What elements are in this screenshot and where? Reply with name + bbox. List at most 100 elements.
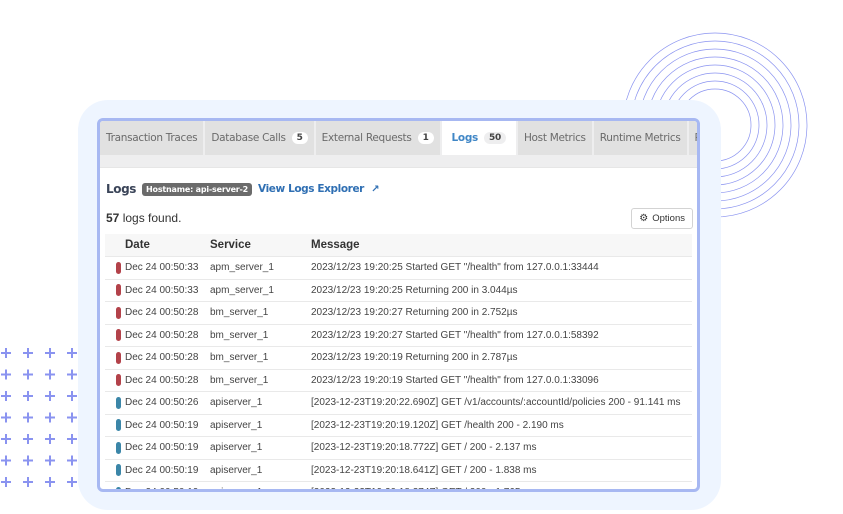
service-cell: apiserver_1 (210, 442, 263, 454)
date-cell: Dec 24 00:50:28 (125, 307, 199, 319)
level-indicator (115, 306, 121, 319)
table-row[interactable]: Dec 24 00:50:19 apiserver_1 [2023-12-23T19… (105, 436, 692, 459)
table-row[interactable]: Dec 24 00:50:33 apm_server_1 2023/12/23 19… (105, 256, 692, 279)
tab-external-requests[interactable]: External Requests 1 (315, 121, 440, 155)
date-cell: Dec 24 00:50:19 (125, 442, 199, 454)
column-header-service[interactable]: Service (210, 239, 311, 251)
plus-icon (23, 391, 33, 401)
tab-label: Database Calls (211, 132, 286, 144)
table-row[interactable]: Dec 24 00:50:28 bm_server_1 2023/12/23 19:… (105, 346, 692, 369)
plus-icon (67, 348, 77, 358)
level-cell (105, 261, 125, 274)
table-row[interactable]: Dec 24 00:50:19apiserver_1[2023-12-23T19… (105, 458, 692, 482)
level-cell (105, 419, 125, 432)
tab-label: Request Details (695, 132, 697, 144)
level-indicator (115, 329, 121, 342)
table-row[interactable]: Dec 24 00:50:19apiserver_1[2023-12-23T19… (105, 481, 692, 489)
logs-summary-row: 57 logs found. ⚙ Options (100, 206, 697, 230)
level-cell (105, 306, 125, 319)
plus-icon (67, 434, 77, 444)
logs-table: Date Service Message Dec 24 00:50:33 apm_… (105, 234, 692, 489)
tab-count-badge: 50 (484, 132, 506, 144)
plus-icon (1, 455, 11, 466)
level-indicator (115, 486, 121, 489)
options-button[interactable]: ⚙ Options (631, 207, 693, 229)
plus-icon (67, 369, 77, 380)
table-row[interactable]: Dec 24 00:50:19apiserver_1[2023-12-23T19… (105, 413, 692, 437)
tab-host-metrics[interactable]: Host Metrics (517, 121, 592, 155)
tab-count-badge: 5 (291, 132, 308, 144)
level-indicator (115, 464, 121, 477)
level-indicator (115, 351, 121, 364)
message-cell: 2023/12/23 19:20:25 Returning 200 in 3.0… (311, 284, 518, 296)
message-cell: 2023/12/23 19:20:19 Returning 200 in 2.7… (311, 352, 518, 364)
plus-icon (23, 477, 33, 487)
date-cell: Dec 24 00:50:28 (125, 329, 199, 341)
level-indicator (115, 261, 121, 274)
tab-logs[interactable]: Logs 50 (441, 121, 516, 155)
date-cell: Dec 24 00:50:33 (125, 262, 199, 274)
tab-label: Logs (451, 132, 479, 144)
tab-runtime-metrics[interactable]: Runtime Metrics (593, 121, 687, 155)
plus-icon (67, 391, 77, 401)
message-cell: [2023-12-23T19:20:22.690Z] GET /v1/accou… (311, 397, 681, 409)
message-cell: 2023/12/23 19:20:27 Returning 200 in 2.7… (311, 307, 518, 319)
table-body: Dec 24 00:50:33 apm_server_1 2023/12/23 19… (105, 256, 692, 489)
date-cell: Dec 24 00:50:19 (125, 419, 199, 431)
date-cell: Dec 24 00:50:19 (125, 464, 199, 476)
service-cell: bm_server_1 (210, 307, 269, 319)
service-cell: bm_server_1 (210, 352, 269, 364)
table-row[interactable]: Dec 24 00:50:28 bm_server_1 2023/12/23 19:… (105, 301, 692, 324)
service-cell: apiserver_1 (210, 419, 263, 431)
plus-icon (67, 455, 77, 466)
tab-count-badge: 1 (417, 132, 434, 144)
level-cell (105, 464, 125, 477)
tab-label: Runtime Metrics (599, 132, 681, 144)
tab-label: Host Metrics (523, 132, 586, 144)
plus-icon (23, 434, 33, 444)
column-header-date[interactable]: Date (125, 239, 210, 251)
service-cell: bm_server_1 (210, 329, 269, 341)
level-indicator (115, 374, 121, 387)
level-cell (105, 374, 125, 387)
message-cell: [2023-12-23T19:20:18.374Z] GET / 200 - 1… (311, 487, 692, 489)
message-cell: 2023/12/23 19:20:25 Started GET "/health… (311, 262, 599, 274)
plus-icon (23, 455, 33, 466)
plus-icon (45, 348, 55, 358)
options-label: Options (652, 212, 685, 224)
plus-icon (45, 391, 55, 401)
table-row[interactable]: Dec 24 00:50:28 bm_server_1 2023/12/23 19:… (105, 368, 692, 392)
plus-icon (67, 477, 77, 487)
table-row[interactable]: Dec 24 00:50:33 apm_server_1 2023/12/23 19… (105, 278, 692, 302)
date-cell: Dec 24 00:50:28 (125, 374, 199, 386)
service-cell: apm_server_1 (210, 284, 274, 296)
plus-icon (45, 412, 55, 423)
table-row[interactable]: Dec 24 00:50:26 apiserver_1 [2023-12-23T19… (105, 391, 692, 414)
external-link-icon: ↗ (371, 184, 380, 195)
column-header-message[interactable]: Message (311, 239, 692, 251)
logs-found-text: 57 logs found. (106, 211, 181, 225)
plus-icon (1, 434, 11, 444)
plus-icon (1, 348, 11, 358)
table-row[interactable]: Dec 24 00:50:28 bm_server_1 2023/12/23 19:… (105, 323, 692, 347)
gear-icon: ⚙ (639, 212, 649, 224)
logs-title: Logs (106, 182, 137, 196)
level-cell (105, 351, 125, 364)
tab-database-calls[interactable]: Database Calls 5 (205, 121, 314, 155)
tab-request-details[interactable]: Request Details (688, 121, 697, 155)
view-logs-explorer-link[interactable]: View Logs Explorer ↗ (258, 183, 380, 195)
message-cell: 2023/12/23 19:20:27 Started GET "/health… (311, 329, 599, 341)
tab-label: Transaction Traces (106, 132, 198, 144)
level-indicator (115, 441, 121, 454)
explorer-link-label: View Logs Explorer (258, 183, 364, 195)
service-cell: bm_server_1 (210, 374, 269, 386)
logs-count: 57 (106, 211, 120, 225)
level-cell (105, 329, 125, 342)
plus-icon (45, 369, 55, 380)
tab-transaction-traces[interactable]: Transaction Traces (100, 121, 204, 155)
plus-icon (45, 477, 55, 487)
plus-icon (1, 477, 11, 487)
hostname-badge: Hostname: api-server-2 (142, 182, 253, 196)
message-cell: [2023-12-23T19:20:18.772Z] GET / 200 - 2… (311, 442, 537, 454)
date-cell: Dec 24 00:50:33 (125, 284, 199, 296)
